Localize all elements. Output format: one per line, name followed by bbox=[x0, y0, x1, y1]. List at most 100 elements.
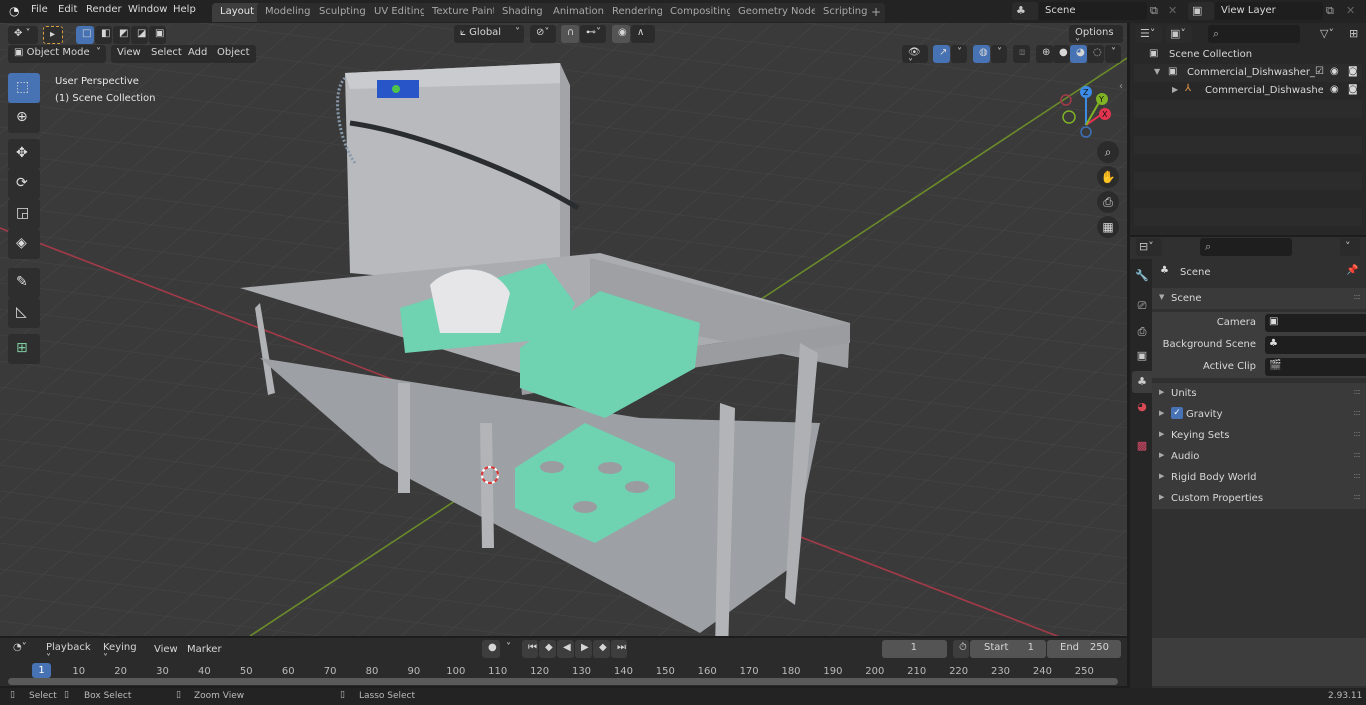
tab-output[interactable]: ⎙ bbox=[1132, 321, 1152, 343]
tab-shading[interactable]: Shading bbox=[494, 3, 551, 22]
drag-grip-icon[interactable]: :::: bbox=[1353, 429, 1361, 438]
mode-extend-selection-button[interactable]: ◧ bbox=[95, 26, 112, 44]
menu-view[interactable]: View bbox=[111, 45, 147, 63]
visibility-dropdown[interactable]: 👁˅ bbox=[902, 45, 928, 69]
section-keying-sets[interactable]: ▶ Keying Sets :::: bbox=[1152, 425, 1366, 446]
falloff-dropdown[interactable]: ∧ bbox=[631, 25, 655, 43]
menu-window[interactable]: Window bbox=[128, 4, 167, 15]
tool-transform[interactable]: ◈ bbox=[8, 229, 40, 259]
drag-grip-icon[interactable]: :::: bbox=[1353, 292, 1361, 301]
camera-render-icon[interactable]: ◙ bbox=[1348, 84, 1358, 95]
proportional-edit-toggle[interactable]: ◉ bbox=[612, 25, 630, 43]
delete-view-layer-icon[interactable]: ✕ bbox=[1346, 4, 1355, 17]
tool-scale[interactable]: ◲ bbox=[8, 199, 40, 229]
tab-sculpting[interactable]: Sculpting bbox=[311, 3, 374, 22]
properties-options-dropdown[interactable]: ˅ bbox=[1340, 238, 1360, 256]
section-audio[interactable]: ▶ Audio :::: bbox=[1152, 446, 1366, 467]
view-layer-name-field[interactable]: View Layer bbox=[1215, 2, 1323, 20]
exclude-checkbox[interactable]: ☑ bbox=[1315, 66, 1324, 77]
timeline-scrollbar[interactable] bbox=[8, 678, 1118, 685]
tool-annotate[interactable]: ✎ bbox=[8, 268, 40, 298]
outliner-item[interactable]: ▼ ▣ Commercial_Dishwasher_with ☑ ◉ ◙ bbox=[1134, 64, 1362, 82]
pivot-point-dropdown[interactable]: ⊘˅ bbox=[530, 25, 556, 43]
filter-icon[interactable]: ▽˅ bbox=[1320, 27, 1334, 40]
active-clip-field[interactable]: 🎬 bbox=[1265, 358, 1366, 376]
camera-field[interactable]: ▣ ✐ bbox=[1265, 314, 1366, 332]
delete-scene-icon[interactable]: ✕ bbox=[1168, 4, 1177, 17]
menu-render[interactable]: Render bbox=[86, 4, 122, 15]
eye-icon[interactable]: ◉ bbox=[1330, 84, 1339, 95]
menu-help[interactable]: Help bbox=[173, 4, 196, 15]
camera-view-button[interactable]: ⎙ bbox=[1097, 191, 1119, 213]
snap-toggle[interactable]: ∩ bbox=[561, 25, 579, 43]
mode-subtract-selection-button[interactable]: ◩ bbox=[113, 26, 130, 44]
snap-target-dropdown[interactable]: ⊷˅ bbox=[580, 25, 606, 43]
section-units[interactable]: ▶ Units :::: bbox=[1152, 383, 1366, 404]
object-mode-dropdown[interactable]: ▣ Object Mode ˅ bbox=[8, 45, 106, 63]
mode-invert-selection-button[interactable]: ◪ bbox=[131, 26, 148, 44]
tool-rotate[interactable]: ⟳ bbox=[8, 169, 40, 199]
gizmo-dropdown[interactable]: ˅ bbox=[951, 45, 967, 63]
outliner-display-mode-button[interactable]: ☰˅ bbox=[1136, 25, 1162, 43]
outliner-item[interactable]: ▶ ⅄ Commercial_Dishwasher_ ◉ ◙ bbox=[1134, 82, 1362, 100]
tool-add-cube[interactable]: ⊞ bbox=[8, 334, 40, 364]
sidebar-toggle-icon[interactable]: ‹ bbox=[1119, 81, 1123, 92]
new-view-layer-icon[interactable]: ⧉ bbox=[1326, 4, 1334, 18]
shading-rendered-button[interactable]: ◌ bbox=[1087, 45, 1104, 63]
outliner-scene-collection[interactable]: ▣ Scene Collection bbox=[1134, 46, 1362, 64]
playhead[interactable]: 1 bbox=[32, 663, 51, 678]
overlays-toggle[interactable]: ◍ bbox=[973, 45, 990, 63]
outliner-filter-scene-button[interactable]: ▣˅ bbox=[1166, 25, 1192, 43]
expand-triangle-icon[interactable]: ▼ bbox=[1154, 67, 1160, 76]
outliner-search-input[interactable]: ⌕ bbox=[1208, 25, 1300, 43]
camera-render-icon[interactable]: ◙ bbox=[1348, 66, 1358, 77]
drag-grip-icon[interactable]: :::: bbox=[1353, 408, 1361, 417]
pin-icon[interactable]: 📌 bbox=[1346, 265, 1358, 276]
drag-grip-icon[interactable]: :::: bbox=[1353, 450, 1361, 459]
navigation-gizmo[interactable]: Z Y X bbox=[1055, 81, 1115, 141]
tab-layout[interactable]: Layout bbox=[212, 3, 262, 22]
tab-view-layer[interactable]: ▣ bbox=[1132, 345, 1152, 367]
shading-material-button[interactable]: ◕ bbox=[1070, 45, 1087, 63]
gravity-checkbox[interactable]: ✓ bbox=[1171, 407, 1183, 419]
tab-scene[interactable]: ♣ bbox=[1132, 371, 1152, 393]
tab-world[interactable]: ◕ bbox=[1132, 396, 1152, 418]
scene-name-field[interactable]: Scene bbox=[1039, 2, 1147, 20]
menu-object[interactable]: Object bbox=[211, 45, 256, 63]
mode-intersect-selection-button[interactable]: ▣ bbox=[149, 26, 166, 44]
shading-wireframe-button[interactable]: ⊕ bbox=[1036, 45, 1053, 63]
section-gravity[interactable]: ▶ ✓ Gravity :::: bbox=[1152, 404, 1366, 425]
tab-texture[interactable]: ▩ bbox=[1132, 435, 1152, 457]
tool-select-box[interactable]: ⬚ bbox=[8, 73, 40, 103]
mode-new-selection-button[interactable]: □ bbox=[76, 26, 94, 44]
tool-measure[interactable]: ◺ bbox=[8, 298, 40, 328]
drag-grip-icon[interactable]: :::: bbox=[1353, 492, 1361, 501]
view-layer-selector-button[interactable]: ▣ bbox=[1188, 2, 1214, 20]
add-workspace-button[interactable]: + bbox=[867, 3, 886, 22]
menu-add[interactable]: Add bbox=[182, 45, 214, 63]
properties-editor-type-button[interactable]: ⊟˅ bbox=[1136, 238, 1162, 256]
transform-orientation-dropdown[interactable]: ⟀ Global ˅ bbox=[454, 25, 524, 43]
new-scene-icon[interactable]: ⧉ bbox=[1150, 4, 1158, 18]
expand-triangle-icon[interactable]: ▶ bbox=[1172, 85, 1178, 94]
tab-render[interactable]: ⎚ bbox=[1132, 295, 1152, 317]
scene-panel-header[interactable]: ▼ Scene :::: bbox=[1152, 288, 1366, 309]
editor-type-button[interactable]: ✥ ˅ bbox=[8, 26, 38, 44]
tab-animation[interactable]: Animation bbox=[545, 3, 612, 22]
tab-texture-paint[interactable]: Texture Paint bbox=[424, 3, 505, 22]
tool-move[interactable]: ✥ bbox=[8, 139, 40, 169]
xray-toggle[interactable]: ⧈ bbox=[1013, 45, 1030, 63]
overlays-dropdown[interactable]: ˅ bbox=[991, 45, 1007, 63]
3d-viewport[interactable]: ✥ ˅ ▸ □ ◧ ◩ ◪ ▣ ▣ Object Mode ˅ View Sele… bbox=[0, 23, 1127, 636]
blender-logo-icon[interactable]: ◔ bbox=[9, 4, 19, 18]
tab-modeling[interactable]: Modeling bbox=[257, 3, 319, 22]
pan-view-button[interactable]: ✋ bbox=[1097, 166, 1119, 188]
menu-edit[interactable]: Edit bbox=[58, 4, 77, 15]
tab-compositing[interactable]: Compositing bbox=[662, 3, 741, 22]
shading-dropdown[interactable]: ˅ bbox=[1105, 45, 1121, 63]
drag-grip-icon[interactable]: :::: bbox=[1353, 471, 1361, 480]
shading-solid-button[interactable]: ● bbox=[1053, 45, 1070, 63]
tool-cursor[interactable]: ⊕ bbox=[8, 103, 40, 133]
tab-tool[interactable]: 🔧 bbox=[1132, 265, 1152, 287]
scene-selector-button[interactable]: ♣ bbox=[1012, 2, 1038, 20]
